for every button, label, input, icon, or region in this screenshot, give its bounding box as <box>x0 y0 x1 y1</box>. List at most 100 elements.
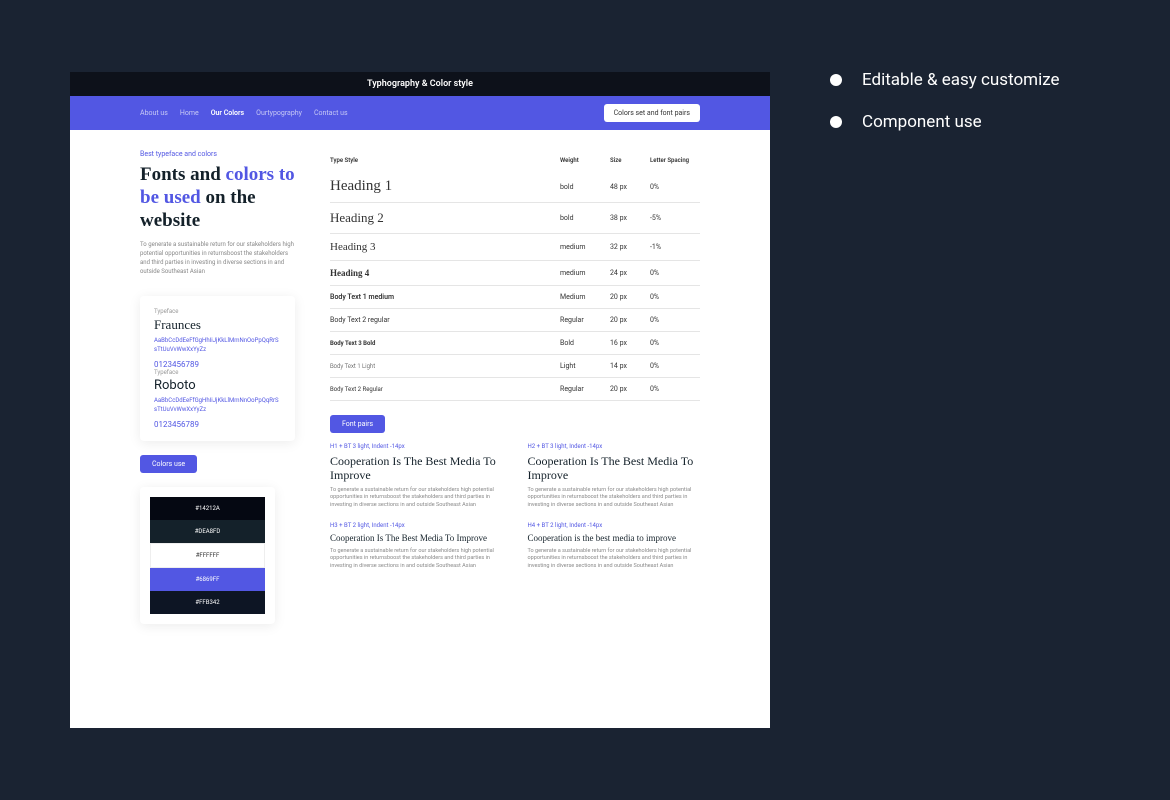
content: Best typeface and colors Fonts and color… <box>70 130 770 624</box>
cell-type: Heading 1 <box>330 178 560 195</box>
cell-ls: 0% <box>650 339 700 347</box>
cell-type: Heading 4 <box>330 268 560 278</box>
swatch-4: #6869FF <box>150 568 265 591</box>
fp-col-2: H2 + BT 3 light, Indent -14px Cooperatio… <box>528 443 701 571</box>
cell-weight: Regular <box>560 316 610 324</box>
hero-desc: To generate a sustainable return for our… <box>140 240 295 276</box>
cell-type: Heading 2 <box>330 210 560 226</box>
fp-title-2: Cooperation Is The Best Media To Improve <box>528 454 701 483</box>
font-pairs-button[interactable]: Font pairs <box>330 415 385 433</box>
colors-use-button[interactable]: Colors use <box>140 455 197 473</box>
swatch-3: #FFFFFF <box>150 543 265 568</box>
cell-size: 20 px <box>610 293 650 301</box>
cell-size: 24 px <box>610 269 650 277</box>
cell-ls: 0% <box>650 183 700 191</box>
navbar: About us Home Our Colors Ourtypography C… <box>70 96 770 130</box>
typeface-card: Typeface Fraunces AaBbCcDdEeFfGgHhIiJjKk… <box>140 296 295 441</box>
cell-ls: 0% <box>650 385 700 393</box>
cell-size: 48 px <box>610 183 650 191</box>
typeface-nums-1: 0123456789 <box>154 360 281 369</box>
nav-colors[interactable]: Our Colors <box>211 109 244 117</box>
cell-ls: 0% <box>650 362 700 370</box>
fp-title-3: Cooperation Is The Best Media To Improve <box>330 533 503 544</box>
cell-ls: 0% <box>650 269 700 277</box>
fp-body-4: To generate a sustainable return for our… <box>528 548 701 571</box>
nav-home[interactable]: Home <box>180 109 199 117</box>
bullet-icon <box>830 116 842 128</box>
cell-size: 20 px <box>610 316 650 324</box>
table-row: Heading 1bold48 px0% <box>330 171 700 203</box>
fp-body-2: To generate a sustainable return for our… <box>528 487 701 510</box>
cell-weight: Medium <box>560 293 610 301</box>
type-table: Type Style Weight Size Letter Spacing He… <box>330 150 700 401</box>
nav-about[interactable]: About us <box>140 109 168 117</box>
th-size: Size <box>610 157 650 164</box>
cell-type: Body Text 1 Light <box>330 363 560 370</box>
nav-contact[interactable]: Contact us <box>314 109 348 117</box>
typeface-name-1: Fraunces <box>154 317 281 333</box>
fp-col-1: H1 + BT 3 light, Indent -14px Cooperatio… <box>330 443 503 571</box>
fp-meta-2: H2 + BT 3 light, Indent -14px <box>528 443 701 450</box>
feature-text-2: Component use <box>862 112 982 132</box>
cell-weight: medium <box>560 243 610 251</box>
right-column: Type Style Weight Size Letter Spacing He… <box>330 150 700 624</box>
cell-size: 14 px <box>610 362 650 370</box>
cell-type: Body Text 2 Regular <box>330 386 560 393</box>
cell-type: Body Text 3 Bold <box>330 340 560 347</box>
typeface-sample-2: AaBbCcDdEeFfGgHhIiJjKkLlMmNnOoPpQqRrSsTt… <box>154 397 281 414</box>
feature-bullets: Editable & easy customize Component use <box>830 70 1060 154</box>
table-header: Type Style Weight Size Letter Spacing <box>330 150 700 171</box>
fp-meta-3: H3 + BT 2 light, Indent -14px <box>330 522 503 529</box>
typeface-label-1: Typeface <box>154 308 281 315</box>
nav-links: About us Home Our Colors Ourtypography C… <box>140 109 348 117</box>
swatch-1: #14212A <box>150 497 265 520</box>
fp-body-3: To generate a sustainable return for our… <box>330 548 503 571</box>
cell-size: 20 px <box>610 385 650 393</box>
left-column: Best typeface and colors Fonts and color… <box>140 150 295 624</box>
color-swatch-card: #14212A #DEA8FD #FFFFFF #6869FF #FFB342 <box>140 487 275 624</box>
nav-cta-button[interactable]: Colors set and font pairs <box>604 104 700 122</box>
cell-weight: Light <box>560 362 610 370</box>
th-weight: Weight <box>560 157 610 164</box>
swatch-2: #DEA8FD <box>150 520 265 543</box>
cell-weight: bold <box>560 183 610 191</box>
hero-eyebrow: Best typeface and colors <box>140 150 295 158</box>
cell-weight: medium <box>560 269 610 277</box>
cell-ls: -1% <box>650 243 700 251</box>
cell-weight: bold <box>560 214 610 222</box>
title-bar: Typhography & Color style <box>70 72 770 96</box>
cell-ls: -5% <box>650 214 700 222</box>
fp-meta-1: H1 + BT 3 light, Indent -14px <box>330 443 503 450</box>
th-ls: Letter Spacing <box>650 157 700 164</box>
cell-type: Body Text 1 medium <box>330 293 560 301</box>
cell-weight: Regular <box>560 385 610 393</box>
cell-type: Heading 3 <box>330 241 560 253</box>
feature-row-2: Component use <box>830 112 1060 132</box>
typeface-name-2: Roboto <box>154 378 281 393</box>
typeface-label-2: Typeface <box>154 369 281 376</box>
cell-ls: 0% <box>650 293 700 301</box>
fp-title-4: Cooperation is the best media to improve <box>528 533 701 544</box>
table-row: Body Text 1 mediumMedium20 px0% <box>330 286 700 309</box>
font-pairs-grid: H1 + BT 3 light, Indent -14px Cooperatio… <box>330 443 700 571</box>
cell-size: 32 px <box>610 243 650 251</box>
hero-title-pre: Fonts and <box>140 164 226 185</box>
th-type: Type Style <box>330 157 560 164</box>
bullet-icon <box>830 74 842 86</box>
cell-size: 38 px <box>610 214 650 222</box>
fp-title-1: Cooperation Is The Best Media To Improve <box>330 454 503 483</box>
swatch-5: #FFB342 <box>150 591 265 614</box>
fp-meta-4: H4 + BT 2 light, Indent -14px <box>528 522 701 529</box>
table-row: Heading 2bold38 px-5% <box>330 203 700 234</box>
typeface-sample-1: AaBbCcDdEeFfGgHhIiJjKkLlMmNnOoPpQqRrSsTt… <box>154 337 281 354</box>
table-row: Body Text 2 regularRegular20 px0% <box>330 309 700 332</box>
table-row: Body Text 1 LightLight14 px0% <box>330 355 700 378</box>
design-canvas: Typhography & Color style About us Home … <box>70 72 770 728</box>
typeface-nums-2: 0123456789 <box>154 420 281 429</box>
cell-type: Body Text 2 regular <box>330 316 560 324</box>
cell-ls: 0% <box>650 316 700 324</box>
nav-typography[interactable]: Ourtypography <box>256 109 302 117</box>
hero-title: Fonts and colors to be used on the websi… <box>140 164 295 232</box>
feature-row-1: Editable & easy customize <box>830 70 1060 90</box>
table-row: Body Text 2 RegularRegular20 px0% <box>330 378 700 401</box>
